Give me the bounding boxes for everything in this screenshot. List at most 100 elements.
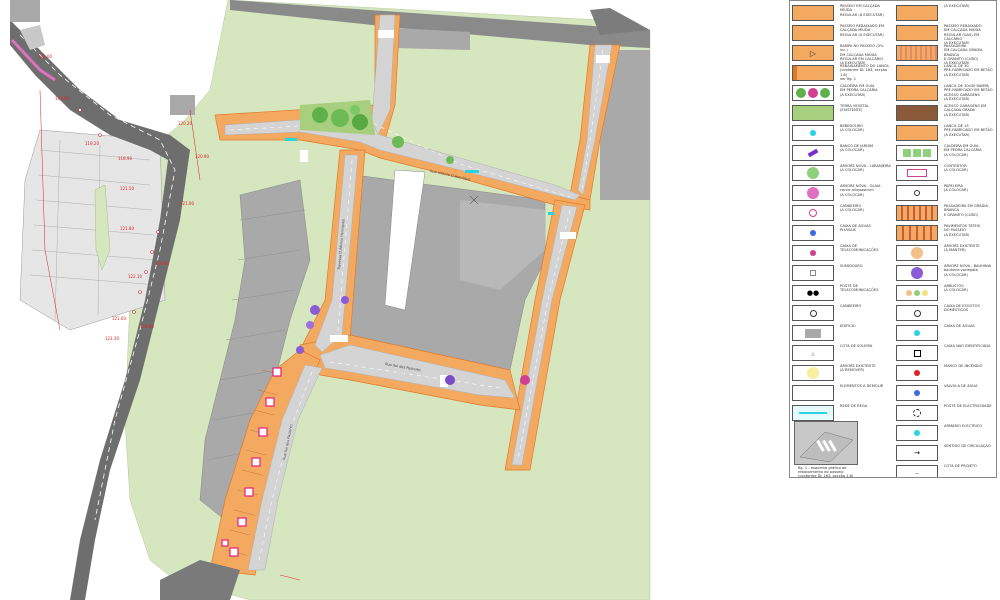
legend-item: CALDEIRA EM GUIA EM PEDRA CALCÁRIA (A CO… — [894, 143, 996, 163]
figure-1-caption: fig. 1 - esquema gráfico de rebaixamento… — [798, 466, 854, 478]
legend-symbol-sidewalk — [896, 125, 938, 141]
legend-symbol-dash-circle — [896, 405, 938, 421]
elevation-label: 121.30 — [105, 336, 119, 341]
legend-symbol-text-small: △ — [792, 345, 834, 361]
legend-item: EDIFÍCIO — [790, 323, 894, 343]
legend-symbol-cota: — — [896, 465, 938, 477]
legend-item: ARBUSTOS (A COLOCAR) — [894, 283, 996, 303]
legend-panel: PASSEIO EM CALÇADA MIÚDA REGULAR (A EXEC… — [789, 0, 997, 478]
legend-item: CAIXA DE ÁGUAS PLUVIAIS — [790, 223, 894, 243]
legend-label: CONTENTOR (A COLOCAR) — [944, 164, 968, 173]
legend-item: LANCIL DE 30 PRÉ-FABRICADO EM BETÃO (A E… — [894, 63, 996, 83]
elevation-label: 121.80 — [120, 226, 134, 231]
elevation-label: 120.90 — [195, 154, 209, 159]
legend-label: CAIXA DE ESGOTOS DOMÉSTICOS — [944, 304, 980, 313]
legend-item: ÁRVORE EXISTENTE (A MANTER) — [894, 243, 996, 263]
legend-item: CAIXA DE TELECOMUNICAÇÕES — [790, 243, 894, 263]
legend-label: SUMIDOURO — [840, 264, 863, 268]
elevation-label: 122.10 — [128, 274, 142, 279]
legend-symbol-pink-dot — [792, 245, 834, 261]
legend-item: MARCO DE INCÊNDIO — [894, 363, 996, 383]
legend-label: SENTIDO DE CIRCULAÇÃO — [944, 444, 991, 448]
elevation-label: 119.20 — [85, 141, 99, 146]
legend-symbol-circle-small — [896, 185, 938, 201]
legend-item: ELEMENTOS A DEMOLIR — [790, 383, 894, 403]
legend-label: MARCO DE INCÊNDIO — [944, 364, 983, 368]
legend-symbol-cyan-text — [792, 405, 834, 421]
legend-item: ÁRVORE EXISTENTE (A REMOVER) — [790, 363, 894, 383]
elevation-label: 118.90 — [118, 156, 132, 161]
legend-item: PAVIMENTOS TÁTEIS NO PASSEIO (A EXECUTAR… — [894, 223, 996, 243]
legend-label: LANCIL DE 15 PRÉ-FABRICADO EM BETÃO (A E… — [944, 124, 993, 137]
legend-label: PAPELEIRA (A COLOCAR) — [944, 184, 968, 193]
legend-item: POSTE DE ELECTRICIDADE — [894, 403, 996, 423]
legend-label: EDIFÍCIO — [840, 324, 856, 328]
legend-item: → SENTIDO DE CIRCULAÇÃO — [894, 443, 996, 463]
legend-symbol-tactile — [896, 225, 938, 241]
legend-symbol-shrubs — [896, 285, 938, 301]
legend-label: ÁRVORE NOVA - OLAIA cercis siliquastrum … — [840, 184, 881, 197]
figure-1-diagram — [794, 421, 858, 465]
legend-item: TERRA VEGETAL (EXISTENTE) — [790, 103, 894, 123]
elevation-label: 120.00 — [38, 54, 52, 59]
legend-symbol-container — [896, 165, 938, 181]
legend-symbol-tree-pink — [792, 185, 834, 201]
legend-label: ELEMENTOS A DEMOLIR — [840, 384, 884, 388]
legend-item: BANCO DE JARDIM (A COLOCAR) — [790, 143, 894, 163]
legend-label: REDE DE REGA — [840, 404, 868, 408]
legend-symbol-trees — [792, 85, 834, 101]
legend-item: ARMÁRIO ELÉCTRICO — [894, 423, 996, 443]
legend-item: CONTENTOR (A COLOCAR) — [894, 163, 996, 183]
legend-symbol-sidewalk — [896, 85, 938, 101]
legend-item: CANDEEIRO (A COLOCAR) — [790, 203, 894, 223]
legend-symbol-curb — [792, 65, 834, 81]
legend-symbol-sidewalk — [896, 25, 938, 41]
legend-item: PASSADEIRA EM CALÇADA GRADIA BRANCA E GR… — [894, 43, 996, 64]
legend-label: COTA DE SOLEIRA — [840, 344, 873, 348]
legend-label: TERRA VEGETAL (EXISTENTE) — [840, 104, 870, 113]
legend-item: PASSEIO EM CALÇADA MIÚDA REGULAR (A EXEC… — [790, 3, 894, 23]
legend-label: RAMPA NO PASSEIO (3% inc.) EM CALÇADA MI… — [840, 44, 884, 64]
legend-symbol-tree-green — [792, 165, 834, 181]
legend-symbol-empty — [792, 385, 834, 401]
legend-item: CANDEEIRO — [790, 303, 894, 323]
legend-label: CAIXA NÃO IDENTIFICADA — [944, 344, 991, 348]
legend-label: LANCIL DE 30x30 RAMPA PRÉ-FABRICADO EM B… — [944, 84, 993, 101]
legend-symbol-tree-purple — [896, 265, 938, 281]
legend-item: PAPELEIRA (A COLOCAR) — [894, 183, 996, 203]
legend-label: POSTE DE ELECTRICIDADE — [944, 404, 992, 408]
legend-item: ÁRVORE NOVA - LARANJEIRA (A COLOCAR) — [790, 163, 894, 183]
legend-symbol-sidewalk — [896, 65, 938, 81]
legend-symbol-green — [792, 105, 834, 121]
legend-label: PASSEIO REBAIXADO EM CALÇADA MIÚDA REGUL… — [944, 24, 982, 44]
legend-label: COTA DE PROJETO — [944, 464, 977, 468]
legend-item: REDE DE REGA — [790, 403, 894, 423]
legend-item: PASSEIO REBAIXADO EM CALÇADA MIÚDA REGUL… — [894, 23, 996, 44]
legend-symbol-sidewalk — [896, 5, 938, 21]
legend-label: PASSEIO EM CALÇADA MIÚDA REGULAR (A EXEC… — [840, 4, 884, 17]
elevation-label: 121.00 — [180, 201, 194, 206]
legend-label: PASSEIO REBAIXADO EM CALÇADA MIÚDA REGUL… — [840, 24, 885, 37]
legend-item: △ COTA DE SOLEIRA — [790, 343, 894, 363]
legend-symbol-cyan-dot — [896, 425, 938, 441]
legend-symbol-circle — [792, 305, 834, 321]
elevation-label: 119.50 — [55, 96, 69, 101]
legend-symbol-circle — [896, 305, 938, 321]
legend-label: CALDEIRA EM GUIA EM PEDRA CALCÁRIA (A CO… — [944, 144, 982, 157]
legend-label: ARMÁRIO ELÉCTRICO — [944, 424, 983, 428]
legend-symbol-tree-yellow — [792, 365, 834, 381]
legend-label: ÁRVORE NOVA - BAUHINIA bauhinia variegat… — [944, 264, 992, 277]
legend-item: LANCIL DE 30x30 RAMPA PRÉ-FABRICADO EM B… — [894, 83, 996, 103]
legend-symbol-drain — [792, 225, 834, 241]
plan-sheet: 120.00 119.50 119.20 118.90 121.00 121.5… — [0, 0, 1000, 600]
legend-item: ACESSO GARAGENS EM CALÇADA GRADA (A EXEC… — [894, 103, 996, 123]
legend-item: CAIXA DE ESGOTOS DOMÉSTICOS — [894, 303, 996, 323]
legend-symbol-building — [792, 325, 834, 341]
legend-symbol-box-black — [896, 345, 938, 361]
elevation-label: 121.50 — [120, 186, 134, 191]
legend-label: REBAIXAMENTO DO LANCIL (conforme DL 163,… — [840, 64, 890, 81]
legend-symbol-valve — [896, 385, 938, 401]
legend-item: ●● POSTE DE TELECOMUNICAÇÕES — [790, 283, 894, 303]
legend-label: PASSADEIRA EM CALÇADA GRADIA BRANCA E GR… — [944, 44, 983, 64]
site-plan-map[interactable]: 120.00 119.50 119.20 118.90 121.00 121.5… — [0, 0, 790, 600]
